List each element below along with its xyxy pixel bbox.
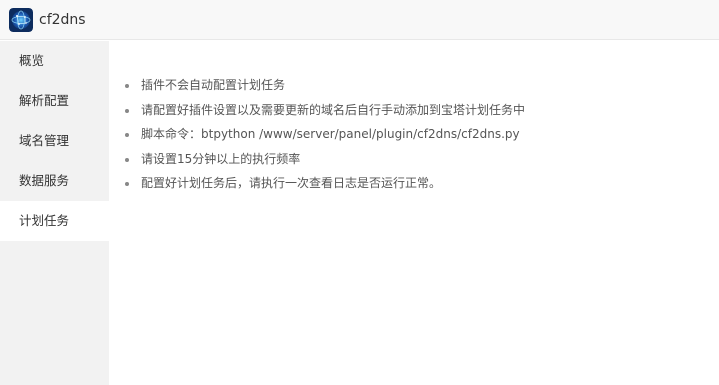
main-content: 插件不会自动配置计划任务 请配置好插件设置以及需要更新的域名后自行手动添加到宝塔…	[109, 41, 719, 385]
sidebar-item-label: 解析配置	[19, 93, 70, 108]
tip-text: 配置好计划任务后，请执行一次查看日志是否运行正常。	[141, 176, 442, 190]
plugin-window: cf2dns 概览 解析配置 域名管理 数据服务 计划任务 插件不会自动配置计划…	[0, 0, 719, 385]
tips-list: 插件不会自动配置计划任务 请配置好插件设置以及需要更新的域名后自行手动添加到宝塔…	[125, 73, 525, 196]
list-item: 请设置15分钟以上的执行频率	[125, 147, 525, 172]
bullet-icon	[125, 108, 129, 113]
list-item: 配置好计划任务后，请执行一次查看日志是否运行正常。	[125, 171, 525, 196]
bullet-icon	[125, 157, 129, 162]
tip-text: 请设置15分钟以上的执行频率	[141, 151, 301, 166]
sidebar: 概览 解析配置 域名管理 数据服务 计划任务	[0, 41, 109, 385]
list-item: 插件不会自动配置计划任务	[125, 73, 525, 98]
cf2dns-globe-icon	[9, 8, 33, 32]
tip-text: 请配置好插件设置以及需要更新的域名后自行手动添加到宝塔计划任务中	[141, 102, 526, 117]
sidebar-item-scheduled-tasks[interactable]: 计划任务	[0, 201, 109, 241]
sidebar-item-label: 域名管理	[19, 133, 70, 148]
app-title: cf2dns	[39, 12, 86, 28]
sidebar-item-domain-management[interactable]: 域名管理	[0, 121, 109, 161]
list-item: 请配置好插件设置以及需要更新的域名后自行手动添加到宝塔计划任务中	[125, 98, 525, 123]
bullet-icon	[125, 133, 129, 137]
list-item: 脚本命令：btpython /www/server/panel/plugin/c…	[125, 122, 525, 147]
sidebar-item-label: 概览	[19, 53, 45, 68]
tip-text: 脚本命令：btpython /www/server/panel/plugin/c…	[141, 127, 520, 141]
sidebar-item-overview[interactable]: 概览	[0, 41, 109, 81]
sidebar-item-label: 计划任务	[19, 213, 70, 228]
sidebar-item-data-service[interactable]: 数据服务	[0, 161, 109, 201]
title-bar: cf2dns	[0, 0, 719, 40]
bullet-icon	[125, 182, 129, 186]
bullet-icon	[125, 84, 129, 88]
tip-text: 插件不会自动配置计划任务	[141, 78, 286, 92]
sidebar-item-resolve-config[interactable]: 解析配置	[0, 81, 109, 121]
sidebar-item-label: 数据服务	[19, 173, 70, 188]
